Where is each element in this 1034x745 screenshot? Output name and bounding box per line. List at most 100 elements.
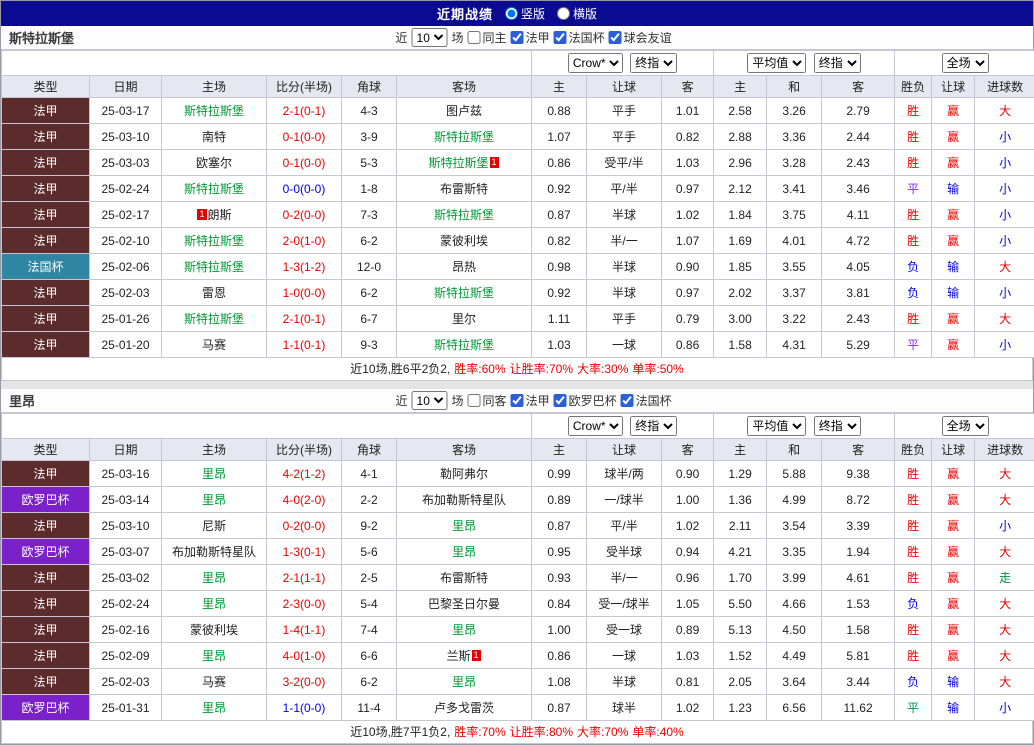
ah-handicap-line: 受一/球半 [587, 591, 662, 617]
horizontal-layout-label: 横版 [573, 5, 597, 22]
col-ah-line: 让球 [587, 439, 662, 461]
match-row: 法甲25-03-10南特0-1(0-0)3-9斯特拉斯堡1.07平手0.822.… [2, 124, 1034, 150]
away-team: 勒阿弗尔 [397, 461, 532, 487]
home-team: 里昂 [162, 461, 267, 487]
col-away: 客场 [397, 76, 532, 98]
competition-type: 法甲 [2, 669, 90, 695]
eu-home-odds: 2.58 [714, 98, 767, 124]
filter-ligue1[interactable]: 法甲 [511, 392, 550, 409]
ah-handicap-line: 平手 [587, 306, 662, 332]
eu-draw-odds: 5.88 [767, 461, 822, 487]
col-corner: 角球 [342, 439, 397, 461]
same-away-checkbox[interactable] [468, 394, 481, 407]
match-score: 1-1(0-0) [267, 695, 342, 721]
match-score: 2-1(1-1) [267, 565, 342, 591]
eu-away-odds: 2.43 [822, 306, 895, 332]
team-name-text: 南特 [202, 130, 226, 144]
result-outcome: 胜 [895, 461, 932, 487]
blank-cell [2, 51, 532, 76]
col-corner: 角球 [342, 76, 397, 98]
corner-count: 6-2 [342, 669, 397, 695]
eu-home-odds: 5.13 [714, 617, 767, 643]
result-goals: 大 [975, 254, 1034, 280]
ligue1-checkbox[interactable] [511, 394, 524, 407]
eu-home-odds: 1.36 [714, 487, 767, 513]
match-score: 1-3(0-1) [267, 539, 342, 565]
ah-away-odds: 1.02 [662, 695, 714, 721]
competition-type: 法甲 [2, 98, 90, 124]
home-team: 斯特拉斯堡 [162, 306, 267, 332]
home-team: 里昂 [162, 695, 267, 721]
team-name-text: 雷恩 [202, 286, 226, 300]
ah-odds-group: Crow* 终指 [532, 414, 714, 439]
friendly-checkbox[interactable] [609, 31, 622, 44]
away-team: 里昂 [397, 617, 532, 643]
ah-handicap-line: 球半/两 [587, 461, 662, 487]
away-team: 斯特拉斯堡 [397, 124, 532, 150]
coupe-checkbox[interactable] [621, 394, 634, 407]
ah-away-odds: 1.03 [662, 643, 714, 669]
team-name-text: 里昂 [452, 545, 476, 559]
average-odds-select[interactable]: 平均值 [747, 416, 806, 436]
match-row: 法甲25-02-16蒙彼利埃1-4(1-1)7-4里昂1.00受一球0.895.… [2, 617, 1034, 643]
team-name-text: 马赛 [202, 675, 226, 689]
match-date: 25-02-17 [90, 202, 162, 228]
eu-home-odds: 2.05 [714, 669, 767, 695]
same-home-checkbox[interactable] [468, 31, 481, 44]
odds-stage-select[interactable]: 终指 [630, 53, 677, 73]
ah-home-odds: 0.86 [532, 150, 587, 176]
summary-text: 近10场,胜6平2负2, [350, 362, 450, 376]
result-handicap: 赢 [932, 513, 975, 539]
odds-provider-select[interactable]: Crow* [568, 416, 623, 436]
filter-ligue1[interactable]: 法甲 [511, 29, 550, 46]
result-outcome: 胜 [895, 124, 932, 150]
ah-handicap-line: 半球 [587, 669, 662, 695]
filter-europa[interactable]: 欧罗巴杯 [554, 392, 617, 409]
summary-text: 近10场,胜7平1负2, [350, 725, 450, 739]
result-handicap: 赢 [932, 150, 975, 176]
horizontal-layout-radio[interactable] [557, 7, 570, 20]
recent-count-select[interactable]: 10 [412, 28, 448, 47]
europa-checkbox[interactable] [554, 394, 567, 407]
filter-same-home[interactable]: 同主 [468, 29, 507, 46]
col-eu-draw: 和 [767, 76, 822, 98]
ligue1-checkbox[interactable] [511, 31, 524, 44]
coupe-checkbox[interactable] [554, 31, 567, 44]
eu-away-odds: 3.81 [822, 280, 895, 306]
filter-same-away[interactable]: 同客 [468, 392, 507, 409]
filter-coupe-de-france[interactable]: 法国杯 [621, 392, 672, 409]
match-score: 1-1(0-1) [267, 332, 342, 358]
recent-count-select[interactable]: 10 [412, 391, 448, 410]
ah-home-odds: 1.00 [532, 617, 587, 643]
filter-friendly[interactable]: 球会友谊 [609, 29, 672, 46]
competition-type: 法甲 [2, 176, 90, 202]
match-date: 25-02-24 [90, 591, 162, 617]
eu-draw-odds: 3.41 [767, 176, 822, 202]
col-handicap-result: 让球 [932, 439, 975, 461]
match-date: 25-03-14 [90, 487, 162, 513]
team-section-strasbourg: 斯特拉斯堡 近 10 场 同主 法甲 法国杯 球会友谊 C [1, 26, 1033, 381]
fulltime-select[interactable]: 全场 [942, 53, 989, 73]
eu-home-odds: 3.00 [714, 306, 767, 332]
odds-provider-select[interactable]: Crow* [568, 53, 623, 73]
ah-odds-group: Crow* 终指 [532, 51, 714, 76]
average-stage-select[interactable]: 终指 [814, 416, 861, 436]
fulltime-select[interactable]: 全场 [942, 416, 989, 436]
average-odds-select[interactable]: 平均值 [747, 53, 806, 73]
vertical-layout-radio[interactable] [505, 7, 518, 20]
match-score: 0-2(0-0) [267, 202, 342, 228]
home-team: 欧塞尔 [162, 150, 267, 176]
filter-coupe-de-france[interactable]: 法国杯 [554, 29, 605, 46]
result-goals: 大 [975, 617, 1034, 643]
layout-option-horizontal[interactable]: 横版 [557, 5, 597, 22]
results-table: Crow* 终指 平均值 终指 全场 类型 日期 主场 比分(半场) [1, 413, 1034, 721]
eu-odds-group: 平均值 终指 [714, 51, 895, 76]
average-stage-select[interactable]: 终指 [814, 53, 861, 73]
col-eu-away: 客 [822, 76, 895, 98]
odds-stage-select[interactable]: 终指 [630, 416, 677, 436]
team-name-text: 里昂 [202, 597, 226, 611]
result-group: 全场 [895, 51, 1034, 76]
layout-option-vertical[interactable]: 竖版 [505, 5, 545, 22]
col-goals-result: 进球数 [975, 76, 1034, 98]
checkbox-label: 法甲 [526, 29, 550, 46]
